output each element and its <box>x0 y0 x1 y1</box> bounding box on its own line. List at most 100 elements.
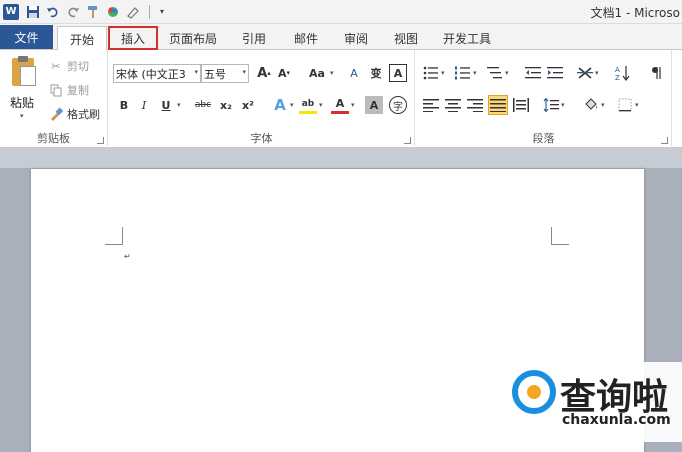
shading-dropdown-icon[interactable]: ▾ <box>601 101 605 109</box>
bullets-button[interactable] <box>422 64 440 82</box>
line-spacing-button[interactable] <box>542 96 560 114</box>
paragraph-launcher-icon[interactable] <box>661 137 668 144</box>
align-center-icon <box>445 99 461 112</box>
svg-text:Z: Z <box>615 74 620 81</box>
paint-bucket-icon <box>585 98 598 110</box>
shading-button[interactable] <box>582 96 600 114</box>
italic-icon: I <box>141 98 147 112</box>
multilevel-list-dropdown-icon[interactable]: ▾ <box>505 69 509 77</box>
distributed-button[interactable] <box>512 96 530 114</box>
color-icon[interactable] <box>105 4 121 20</box>
bold-button[interactable]: B <box>115 96 133 114</box>
align-right-button[interactable] <box>466 96 484 114</box>
char-shading-icon: A <box>369 98 379 112</box>
align-center-button[interactable] <box>444 96 462 114</box>
paste-button[interactable]: 粘贴 <box>10 94 34 111</box>
enclose-char-button[interactable]: 字 <box>389 96 407 114</box>
text-effects-icon: A <box>274 96 286 114</box>
change-case-dropdown-icon[interactable]: ▾ <box>330 69 334 77</box>
superscript-button[interactable]: x² <box>239 96 257 114</box>
ribbon: 粘贴 ▾ ✂ 剪切 复制 格式刷 剪贴板 宋体 (中文正3 ▾ 五号 ▾ A ▴… <box>0 50 682 148</box>
paragraph-group-label: 段落 <box>532 132 555 145</box>
format-painter-button[interactable]: 格式刷 <box>48 106 100 122</box>
bullets-icon <box>423 66 438 80</box>
borders-button[interactable] <box>616 96 634 114</box>
font-size-select[interactable]: 五号 ▾ <box>201 64 249 83</box>
tab-home[interactable]: 开始 <box>57 26 107 51</box>
format-painter-label: 格式刷 <box>67 108 100 121</box>
tab-references[interactable]: 引用 <box>234 26 274 50</box>
font-color-icon: A <box>335 97 345 110</box>
eraser-icon[interactable] <box>125 4 141 20</box>
highlight-dropdown-icon[interactable]: ▾ <box>319 101 323 109</box>
paste-icon[interactable] <box>10 56 38 88</box>
show-marks-button[interactable] <box>648 64 666 82</box>
increase-indent-button[interactable] <box>546 64 564 82</box>
numbering-dropdown-icon[interactable]: ▾ <box>473 69 477 77</box>
format-painter-icon[interactable] <box>85 4 101 20</box>
char-border-icon: A <box>393 66 403 80</box>
shrink-font-button[interactable]: A ▾ <box>275 64 293 82</box>
underline-dropdown-icon[interactable]: ▾ <box>177 101 181 109</box>
borders-dropdown-icon[interactable]: ▾ <box>635 101 639 109</box>
enclose-char-icon: 字 <box>393 101 403 113</box>
font-group: 宋体 (中文正3 ▾ 五号 ▾ A ▴ A ▾ Aa ▾ A 变 A B I U ▾… <box>109 50 415 148</box>
clipboard-group: 粘贴 ▾ ✂ 剪切 复制 格式刷 剪贴板 <box>0 50 108 148</box>
customize-icon[interactable]: ▾ <box>154 4 170 20</box>
undo-icon[interactable] <box>45 4 61 20</box>
word-icon[interactable]: W <box>3 3 19 20</box>
justify-button[interactable] <box>488 95 508 115</box>
brush-icon <box>48 107 64 121</box>
tab-mailings[interactable]: 邮件 <box>286 26 326 50</box>
copy-button[interactable]: 复制 <box>48 82 89 98</box>
numbering-button[interactable] <box>454 64 472 82</box>
subscript-icon: x₂ <box>220 98 232 112</box>
grow-font-button[interactable]: A ▴ <box>255 64 273 82</box>
tab-page-layout[interactable]: 页面布局 <box>162 26 224 50</box>
save-icon[interactable] <box>25 4 41 20</box>
bullets-dropdown-icon[interactable]: ▾ <box>441 69 445 77</box>
paste-dropdown-icon[interactable]: ▾ <box>20 112 24 120</box>
strikethrough-button[interactable]: abc <box>191 96 215 114</box>
sort-icon: AZ <box>615 66 630 81</box>
tab-file[interactable]: 文件 <box>0 25 53 49</box>
chinese-layout-dropdown-icon[interactable]: ▾ <box>595 69 599 77</box>
text-effects-button[interactable]: A <box>271 96 289 114</box>
font-color-button[interactable]: A <box>331 96 349 114</box>
clipboard-launcher-icon[interactable] <box>97 137 104 144</box>
pinyin-guide-button[interactable]: 变 <box>367 64 385 82</box>
clear-format-button[interactable]: A <box>345 64 363 82</box>
redo-icon[interactable] <box>65 4 81 20</box>
change-case-button[interactable]: Aa <box>305 64 329 82</box>
cut-label: 剪切 <box>67 60 89 73</box>
cut-button[interactable]: ✂ 剪切 <box>48 58 89 74</box>
line-spacing-dropdown-icon[interactable]: ▾ <box>561 101 565 109</box>
font-name-select[interactable]: 宋体 (中文正3 ▾ <box>113 64 201 83</box>
copy-label: 复制 <box>67 84 89 97</box>
tab-review[interactable]: 审阅 <box>336 26 376 50</box>
chinese-layout-button[interactable] <box>576 64 594 82</box>
paragraph-mark-icon <box>652 67 661 79</box>
tab-developer[interactable]: 开发工具 <box>436 26 498 50</box>
font-color-dropdown-icon[interactable]: ▾ <box>351 101 355 109</box>
multilevel-list-button[interactable] <box>486 64 504 82</box>
subscript-button[interactable]: x₂ <box>217 96 235 114</box>
text-effects-dropdown-icon[interactable]: ▾ <box>290 101 294 109</box>
borders-icon <box>618 98 632 112</box>
distributed-icon <box>513 98 529 112</box>
align-left-button[interactable] <box>422 96 440 114</box>
font-launcher-icon[interactable] <box>404 137 411 144</box>
tab-view[interactable]: 视图 <box>386 26 426 50</box>
decrease-indent-button[interactable] <box>524 64 542 82</box>
line-spacing-icon <box>543 98 559 112</box>
scissors-icon: ✂ <box>51 59 61 73</box>
decrease-indent-icon <box>525 67 541 79</box>
char-border-button[interactable]: A <box>389 64 407 82</box>
char-shading-button[interactable]: A <box>365 96 383 114</box>
tab-insert[interactable]: 插入 <box>108 26 158 50</box>
underline-button[interactable]: U <box>157 96 175 114</box>
chinese-layout-icon <box>577 67 593 79</box>
highlight-button[interactable]: ab <box>299 96 317 114</box>
italic-button[interactable]: I <box>135 96 153 114</box>
sort-button[interactable]: AZ <box>614 64 632 82</box>
